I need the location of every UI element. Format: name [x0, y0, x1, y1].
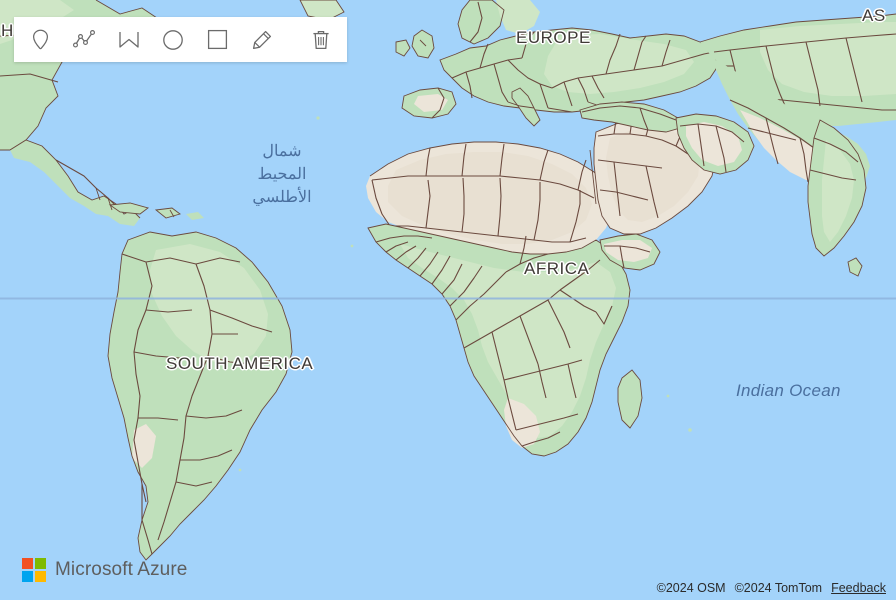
draw-polygon-button[interactable]: [112, 23, 146, 57]
polyline-icon: [72, 29, 96, 50]
pencil-icon: [251, 29, 273, 51]
attribution-tomtom: ©2024 TomTom: [734, 581, 823, 595]
feedback-link[interactable]: Feedback: [831, 581, 886, 595]
edit-geometry-button[interactable]: [245, 23, 279, 57]
map-attribution: ©2024 OSM ©2024 TomTom Feedback: [657, 581, 888, 595]
draw-rectangle-button[interactable]: [201, 23, 235, 57]
square-icon: [207, 29, 228, 50]
draw-line-button[interactable]: [67, 23, 101, 57]
drawing-toolbar: [14, 17, 347, 62]
attribution-osm: ©2024 OSM: [656, 581, 726, 595]
map-application: .land { fill:#bfe0bb; } .land2 { fill:#c…: [0, 0, 896, 600]
map-pin-icon: [31, 29, 50, 51]
map-canvas[interactable]: .land { fill:#bfe0bb; } .land2 { fill:#c…: [0, 0, 896, 600]
circle-icon: [162, 29, 184, 51]
delete-geometry-button[interactable]: [304, 23, 338, 57]
polygon-icon: [118, 30, 140, 50]
draw-point-button[interactable]: [23, 23, 57, 57]
draw-circle-button[interactable]: [156, 23, 190, 57]
trash-icon: [311, 29, 331, 51]
